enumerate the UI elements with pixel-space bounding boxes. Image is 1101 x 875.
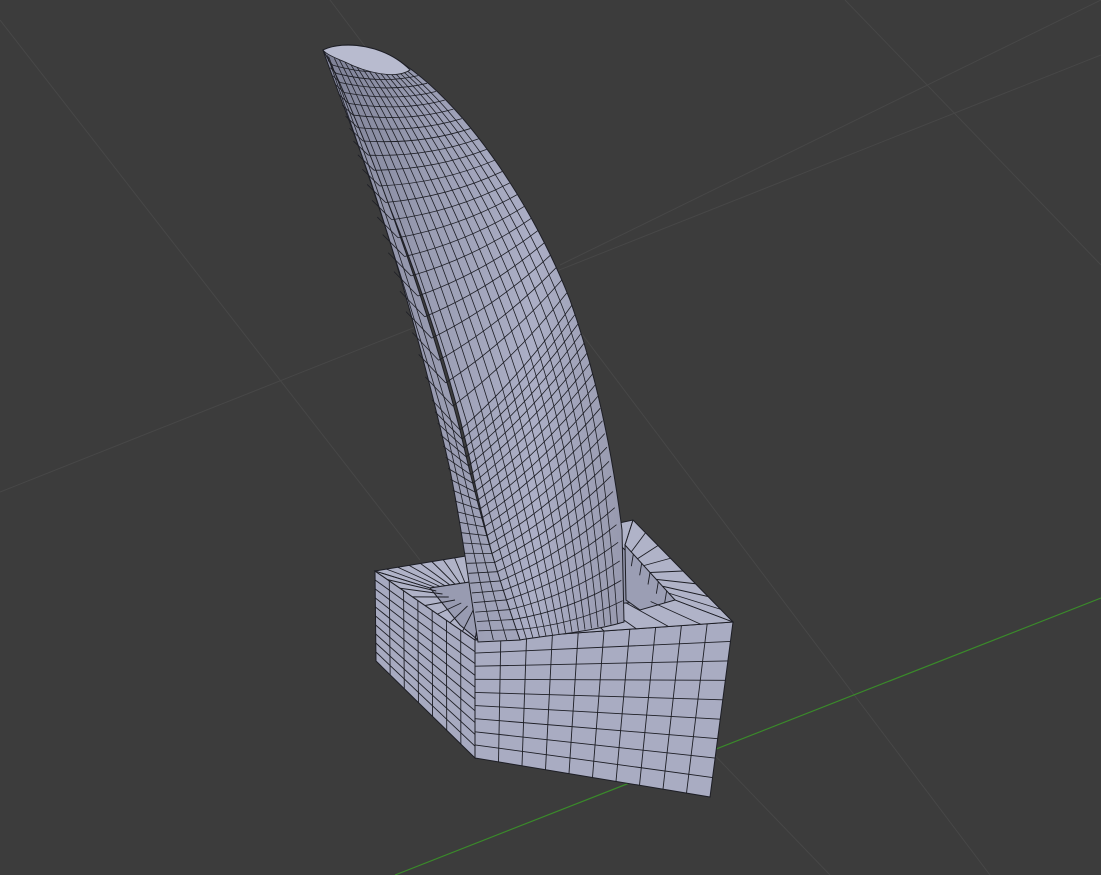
viewport-canvas[interactable] [0, 0, 1101, 875]
3d-viewport[interactable] [0, 0, 1101, 875]
